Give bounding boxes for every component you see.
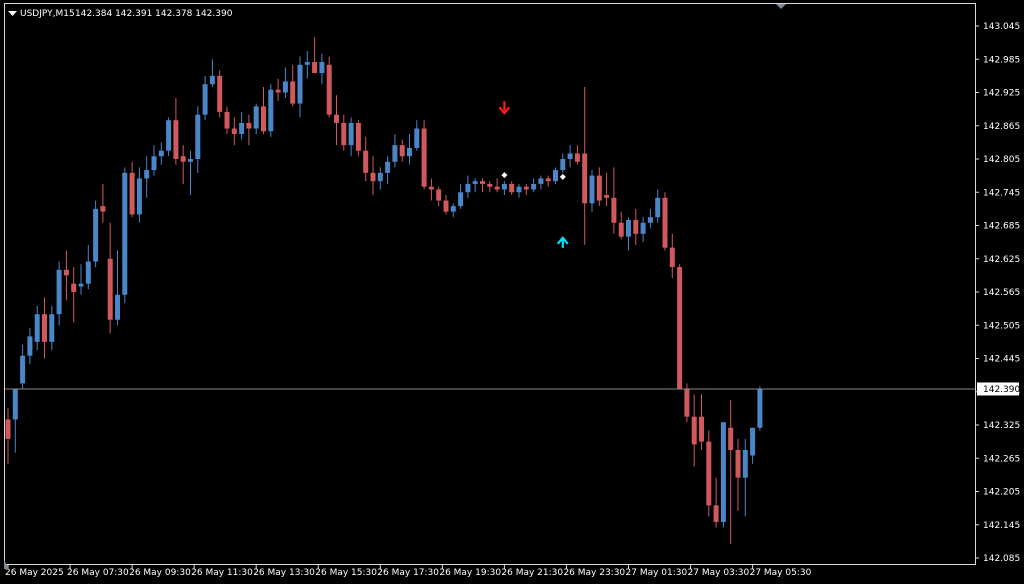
candle xyxy=(662,192,668,251)
time-tick-label: 27 May 05:30 xyxy=(750,568,812,578)
price-tick-label: 142.505 xyxy=(983,321,1020,331)
price-tick-label: 143.045 xyxy=(983,22,1020,32)
time-tick-label: 27 May 01:30 xyxy=(626,568,688,578)
candle xyxy=(677,264,683,389)
price-tick-label: 142.925 xyxy=(983,89,1020,99)
time-tick-label: 26 May 09:30 xyxy=(129,568,191,578)
price-tick-label: 142.985 xyxy=(983,55,1020,65)
time-tick-label: 26 May 19:30 xyxy=(439,568,501,578)
chart-title: USDJPY,M15 xyxy=(20,9,75,19)
candle xyxy=(706,430,712,517)
time-tick-label: 26 May 21:30 xyxy=(501,568,563,578)
candle xyxy=(166,117,172,157)
chart[interactable]: 143.045 142.985 142.925 142.865 142.805 142.7… xyxy=(0,0,1024,584)
candle xyxy=(757,386,763,431)
price-tick-label: 142.625 xyxy=(983,255,1020,265)
time-tick-label: 27 May 03:30 xyxy=(688,568,750,578)
candle xyxy=(93,200,99,268)
candle xyxy=(122,167,128,304)
candle xyxy=(217,70,223,118)
current-price-badge: 142.390 xyxy=(977,382,1020,396)
time-tick-label: 26 May 23:30 xyxy=(563,568,625,578)
candle xyxy=(720,422,726,528)
price-tick-label: 142.865 xyxy=(983,122,1020,132)
price-tick-label: 142.265 xyxy=(983,454,1020,464)
price-tick-label: 142.445 xyxy=(983,355,1020,365)
price-tick-label: 142.145 xyxy=(983,521,1020,531)
candle xyxy=(268,84,274,137)
chart-background xyxy=(0,0,1024,584)
time-tick-label: 26 May 15:30 xyxy=(315,568,377,578)
price-tick-label: 142.085 xyxy=(983,554,1020,564)
time-tick-label: 26 May 17:30 xyxy=(377,568,439,578)
price-tick-label: 142.805 xyxy=(983,155,1020,165)
price-tick-label: 142.685 xyxy=(983,222,1020,232)
price-tick-label: 142.745 xyxy=(983,188,1020,198)
price-tick-label: 142.205 xyxy=(983,488,1020,498)
current-price-label: 142.390 xyxy=(983,385,1020,395)
time-tick-label: 26 May 11:30 xyxy=(191,568,253,578)
candle xyxy=(421,120,427,190)
price-tick-label: 142.565 xyxy=(983,288,1020,298)
ohlc-values: 142.384 142.391 142.378 142.390 xyxy=(75,9,233,19)
time-tick-label: 26 May 07:30 xyxy=(67,568,129,578)
time-tick-label: 26 May 13:30 xyxy=(253,568,315,578)
time-tick-label: 26 May 2025 xyxy=(5,568,64,578)
price-tick-label: 142.325 xyxy=(983,421,1020,431)
candle xyxy=(326,56,332,118)
